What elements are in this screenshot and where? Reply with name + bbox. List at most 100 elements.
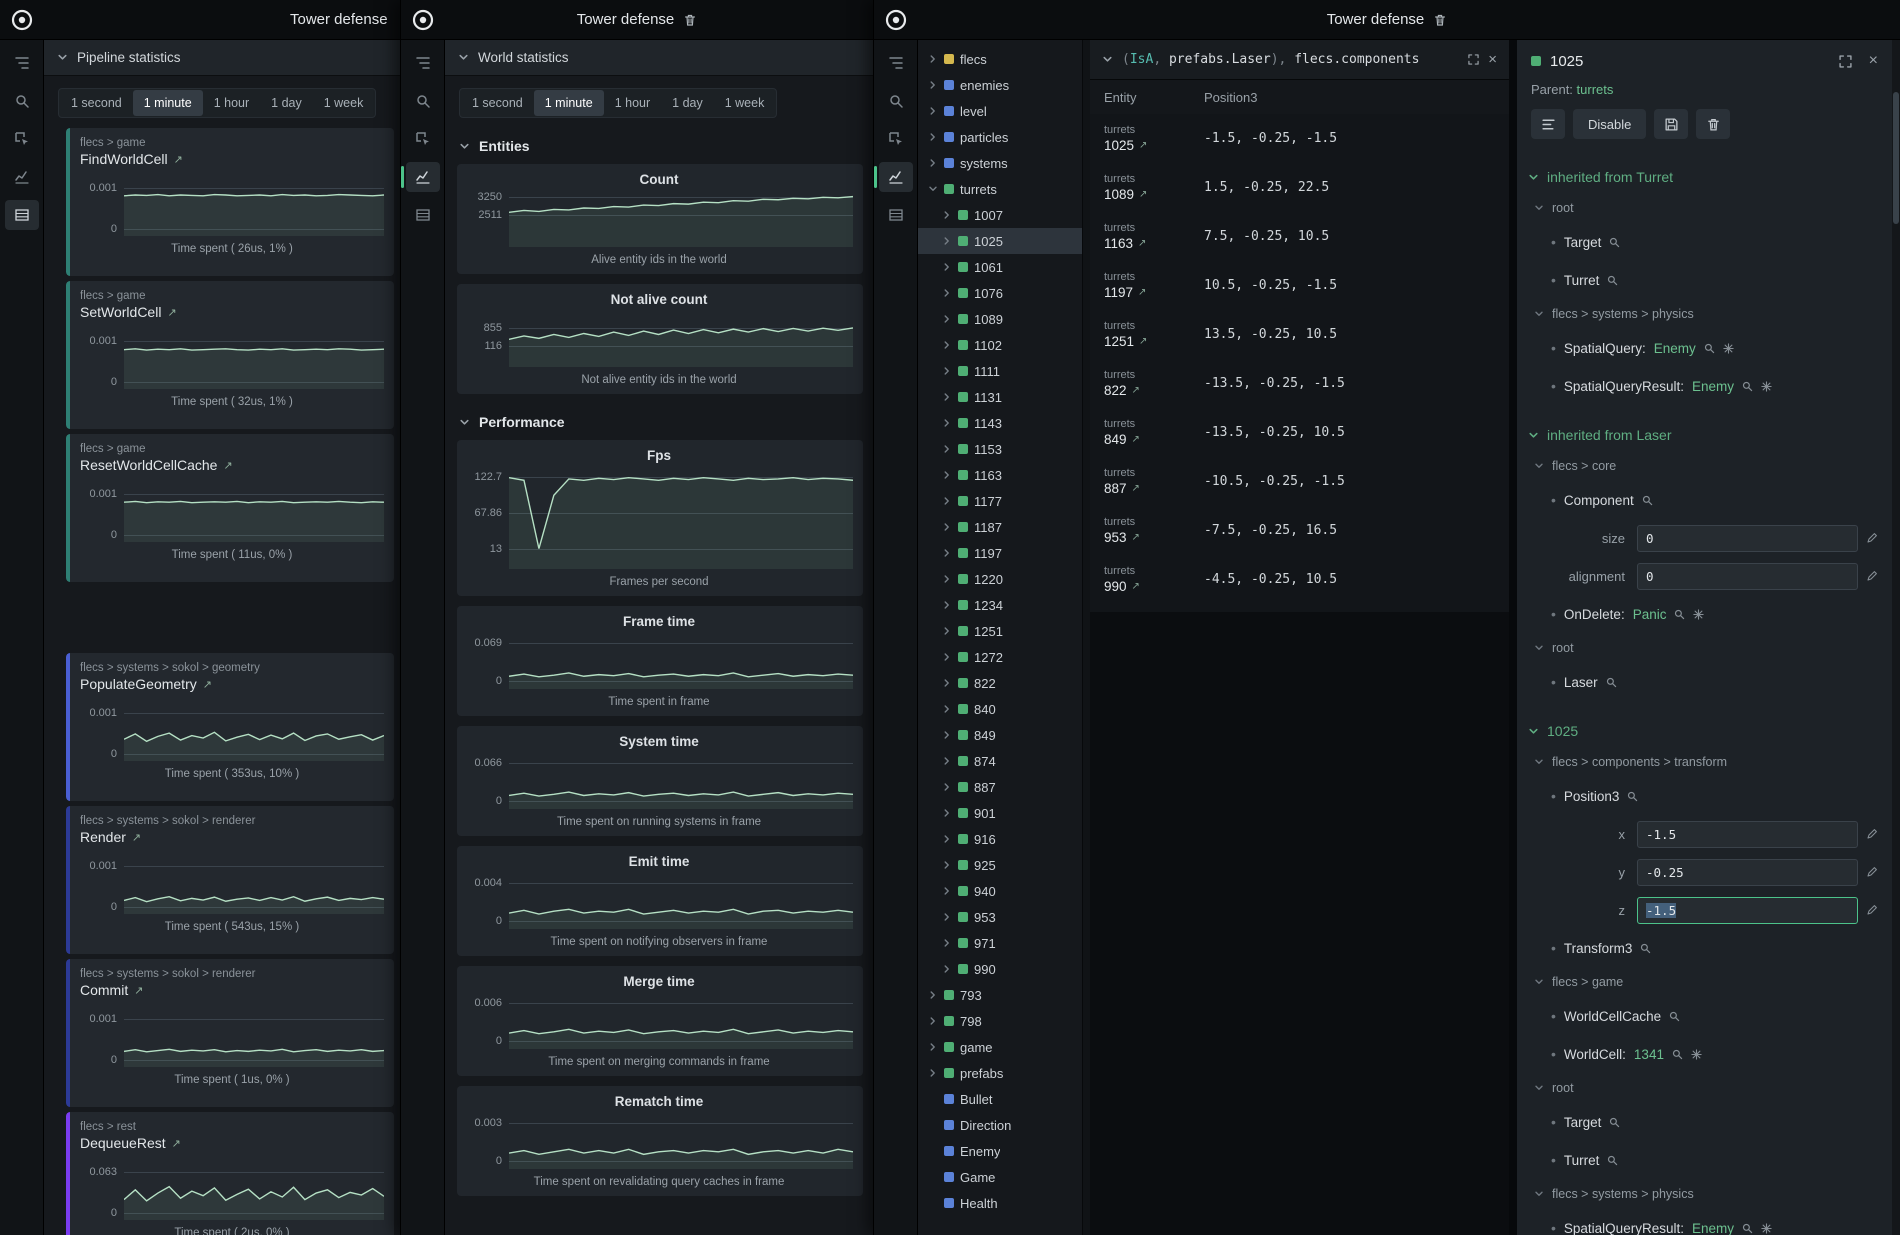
- magnifier-icon[interactable]: [1627, 791, 1638, 802]
- magnifier-icon[interactable]: [1742, 1223, 1753, 1234]
- query-result-row[interactable]: turrets1197↗10.5, -0.25, -1.5: [1090, 261, 1509, 310]
- tree-item-systems[interactable]: systems: [918, 150, 1082, 176]
- tree-item-1163[interactable]: 1163: [918, 462, 1082, 488]
- tree-item-1131[interactable]: 1131: [918, 384, 1082, 410]
- open-link-icon[interactable]: ↗: [134, 984, 143, 997]
- entity-id-link[interactable]: 887: [1104, 481, 1127, 496]
- field-input-x[interactable]: -1.5: [1637, 821, 1858, 848]
- chev-right-icon[interactable]: [942, 288, 952, 298]
- chev-right-icon[interactable]: [942, 444, 952, 454]
- time-range-1-day[interactable]: 1 day: [661, 90, 714, 116]
- chev-right-icon[interactable]: [942, 392, 952, 402]
- tree-item-1251[interactable]: 1251: [918, 618, 1082, 644]
- sidebar-search-icon-button[interactable]: [406, 86, 440, 116]
- tree-item-particles[interactable]: particles: [918, 124, 1082, 150]
- open-link-icon[interactable]: ↗: [174, 153, 183, 166]
- disable-button[interactable]: Disable: [1573, 109, 1646, 139]
- time-range-1-hour[interactable]: 1 hour: [604, 90, 661, 116]
- tree-item-901[interactable]: 901: [918, 800, 1082, 826]
- time-range-1-day[interactable]: 1 day: [260, 90, 313, 116]
- open-link-icon[interactable]: ↗: [1139, 140, 1147, 151]
- tree-item-849[interactable]: 849: [918, 722, 1082, 748]
- magnifier-icon[interactable]: [1674, 609, 1685, 620]
- section-header[interactable]: 1025: [1517, 715, 1892, 747]
- sidebar-tree-icon-button[interactable]: [5, 48, 39, 78]
- sidebar-inspector-icon-button[interactable]: [406, 124, 440, 154]
- pencil-icon[interactable]: [1866, 828, 1878, 840]
- chev-right-icon[interactable]: [928, 1042, 938, 1052]
- chev-right-icon[interactable]: [942, 782, 952, 792]
- sidebar-search-icon-button[interactable]: [5, 86, 39, 116]
- query-result-row[interactable]: turrets990↗-4.5, -0.25, 10.5: [1090, 555, 1509, 604]
- chev-right-icon[interactable]: [928, 990, 938, 1000]
- tree-item-971[interactable]: 971: [918, 930, 1082, 956]
- chev-right-icon[interactable]: [928, 106, 938, 116]
- sidebar-tree-icon-button[interactable]: [406, 48, 440, 78]
- magnifier-icon[interactable]: [1672, 1049, 1683, 1060]
- open-link-icon[interactable]: ↗: [1132, 385, 1140, 396]
- expand-icon[interactable]: [1468, 54, 1479, 65]
- open-link-icon[interactable]: ↗: [223, 459, 232, 472]
- magnifier-icon[interactable]: [1742, 381, 1753, 392]
- tree-item-level[interactable]: level: [918, 98, 1082, 124]
- tree-item-1076[interactable]: 1076: [918, 280, 1082, 306]
- sidebar-search-icon-button[interactable]: [879, 86, 913, 116]
- tree-item-1102[interactable]: 1102: [918, 332, 1082, 358]
- panel-header-world[interactable]: World statistics: [445, 40, 873, 76]
- tree-item-874[interactable]: 874: [918, 748, 1082, 774]
- scrollbar-thumb[interactable]: [1893, 92, 1899, 224]
- inspector-scrollbar[interactable]: [1892, 40, 1900, 1235]
- chev-right-icon[interactable]: [928, 132, 938, 142]
- open-link-icon[interactable]: ↗: [1132, 434, 1140, 445]
- component-group-header[interactable]: flecs > game: [1517, 967, 1892, 997]
- time-range-1-second[interactable]: 1 second: [60, 90, 133, 116]
- tree-item-1220[interactable]: 1220: [918, 566, 1082, 592]
- tree-item-bullet[interactable]: Bullet: [918, 1086, 1082, 1112]
- component-value[interactable]: Enemy: [1654, 341, 1696, 356]
- chev-right-icon[interactable]: [942, 340, 952, 350]
- tree-item-822[interactable]: 822: [918, 670, 1082, 696]
- field-input-y[interactable]: -0.25: [1637, 859, 1858, 886]
- open-link-icon[interactable]: ↗: [203, 678, 212, 691]
- chev-right-icon[interactable]: [942, 860, 952, 870]
- chev-right-icon[interactable]: [942, 314, 952, 324]
- entity-id-link[interactable]: 1197: [1104, 285, 1133, 300]
- chev-right-icon[interactable]: [942, 626, 952, 636]
- tree-item-1089[interactable]: 1089: [918, 306, 1082, 332]
- tree-item-953[interactable]: 953: [918, 904, 1082, 930]
- chev-right-icon[interactable]: [942, 262, 952, 272]
- component-group-header[interactable]: flecs > components > transform: [1517, 747, 1892, 777]
- component-group-header[interactable]: flecs > systems > physics: [1517, 1179, 1892, 1209]
- parent-link[interactable]: turrets: [1577, 82, 1614, 97]
- chev-right-icon[interactable]: [942, 808, 952, 818]
- world-scroll-area[interactable]: 1 second1 minute1 hour1 day1 week Entiti…: [445, 76, 873, 1235]
- tree-item-916[interactable]: 916: [918, 826, 1082, 852]
- open-link-icon[interactable]: ↗: [1139, 189, 1147, 200]
- chev-down-icon[interactable]: [928, 184, 938, 194]
- chev-right-icon[interactable]: [942, 418, 952, 428]
- sidebar-chart-icon-button[interactable]: [5, 162, 39, 192]
- section-header-entities[interactable]: Entities: [445, 128, 873, 164]
- chev-right-icon[interactable]: [942, 730, 952, 740]
- trash-icon[interactable]: [1433, 12, 1447, 28]
- chev-right-icon[interactable]: [942, 834, 952, 844]
- tree-item-798[interactable]: 798: [918, 1008, 1082, 1034]
- tree-item-1111[interactable]: 1111: [918, 358, 1082, 384]
- magnifier-icon[interactable]: [1606, 677, 1617, 688]
- query-result-row[interactable]: turrets822↗-13.5, -0.25, -1.5: [1090, 359, 1509, 408]
- component-group-header[interactable]: flecs > core: [1517, 451, 1892, 481]
- tree-item-game[interactable]: game: [918, 1034, 1082, 1060]
- tree-item-1025[interactable]: 1025: [918, 228, 1082, 254]
- chev-right-icon[interactable]: [942, 912, 952, 922]
- chev-right-icon[interactable]: [928, 1068, 938, 1078]
- tree-item-1061[interactable]: 1061: [918, 254, 1082, 280]
- chev-right-icon[interactable]: [942, 470, 952, 480]
- magnifier-icon[interactable]: [1640, 943, 1651, 954]
- sidebar-table-icon-button[interactable]: [406, 200, 440, 230]
- chev-right-icon[interactable]: [942, 600, 952, 610]
- sidebar-inspector-icon-button[interactable]: [879, 124, 913, 154]
- tree-item-enemies[interactable]: enemies: [918, 72, 1082, 98]
- chev-right-icon[interactable]: [942, 548, 952, 558]
- tree-item-793[interactable]: 793: [918, 982, 1082, 1008]
- field-input-size[interactable]: 0: [1637, 525, 1858, 552]
